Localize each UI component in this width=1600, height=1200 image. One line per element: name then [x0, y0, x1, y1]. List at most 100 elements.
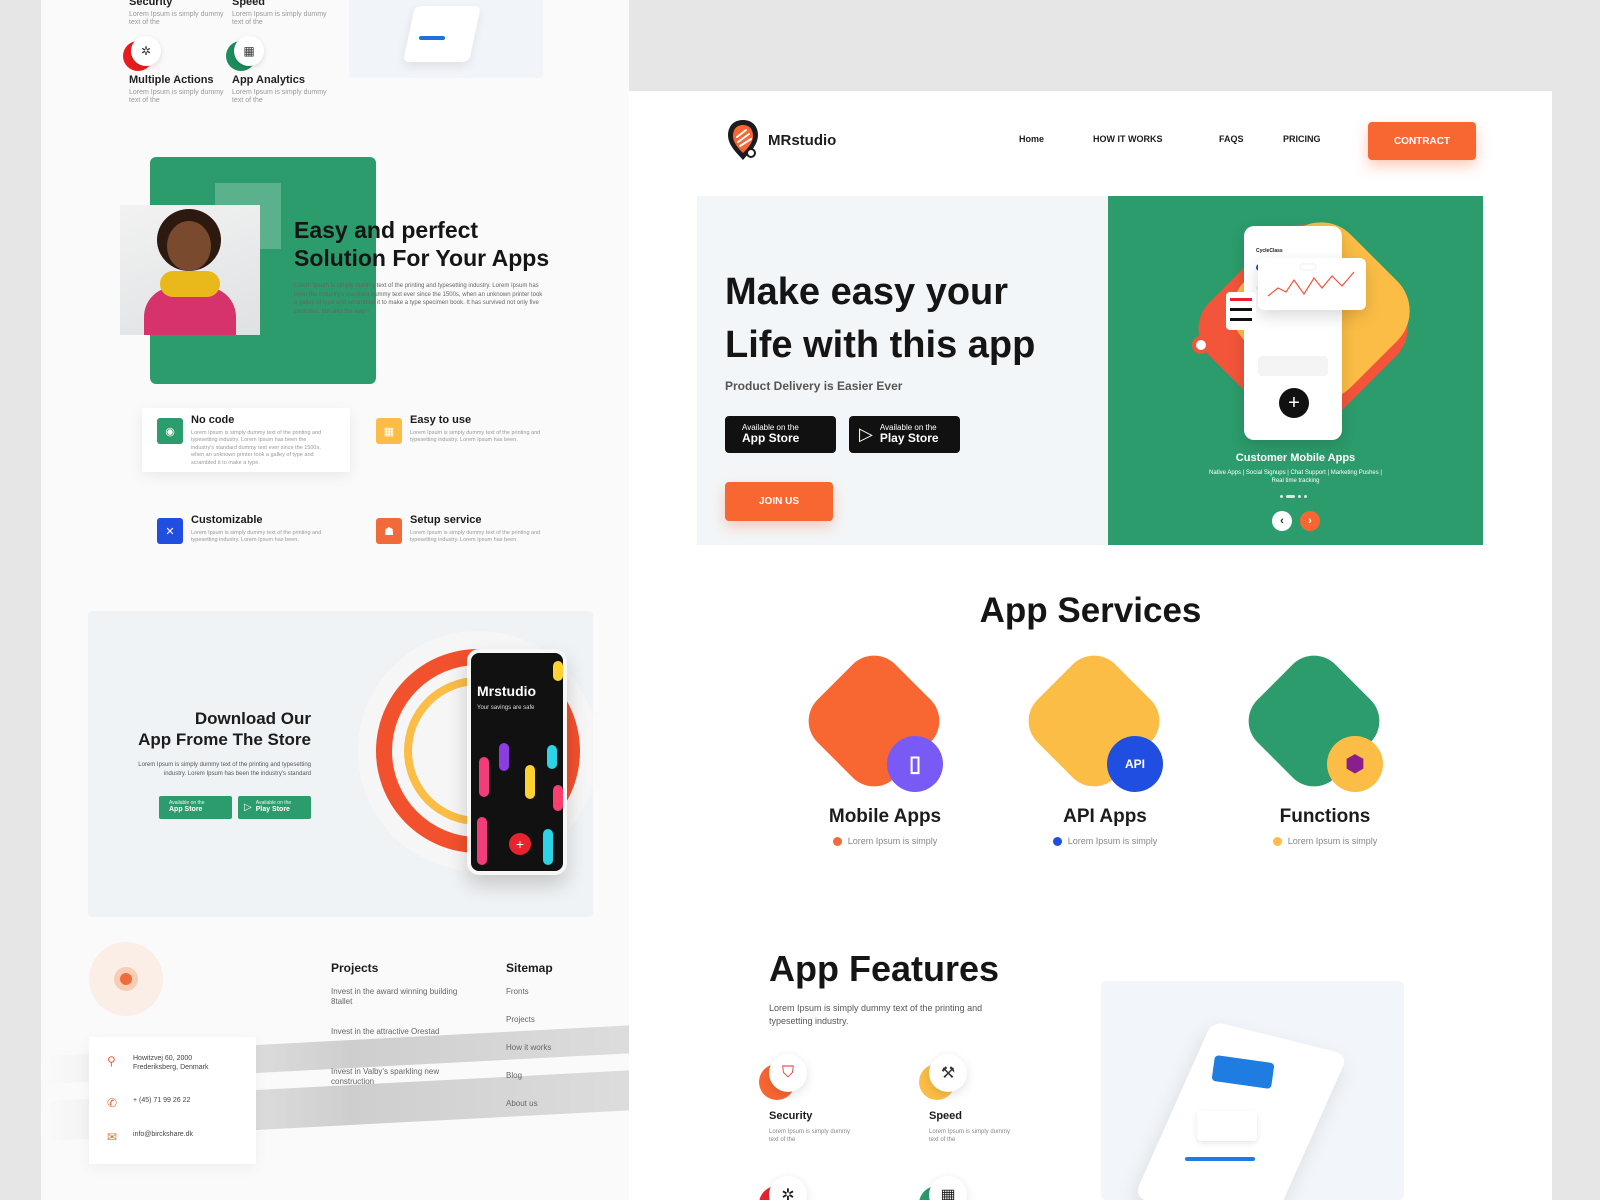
download-appstore-button[interactable]: Available on the App Store	[159, 796, 232, 819]
brand-logo[interactable]: MRstudio	[726, 118, 836, 162]
carousel-app-name: CycleClass	[1256, 248, 1283, 254]
join-us-button[interactable]: JOIN US	[725, 482, 833, 521]
logo-pin-icon	[726, 118, 760, 162]
service-name: Functions	[1279, 806, 1371, 827]
pickaxe-icon: ⚒	[919, 1054, 979, 1104]
service-desc: Lorem Ipsum is simply	[795, 836, 975, 846]
carousel-prev-icon[interactable]: ‹	[1272, 511, 1292, 531]
footer-sitemap-link[interactable]: Fronts	[506, 987, 629, 997]
feature-card-desc: Lorem Ipsum is simply dummy text of the …	[191, 430, 322, 466]
app-features-paragraph: Lorem Ipsum is simply dummy text of the …	[769, 1003, 983, 1027]
download-playstore-button[interactable]: ▷ Available on the Play Store	[238, 796, 311, 819]
feature-desc: Lorem Ipsum is simply dummy text of the	[129, 11, 224, 27]
line-chart-icon	[1267, 263, 1355, 297]
footer-sitemap-link[interactable]: Blog	[506, 1071, 629, 1081]
service-dot	[832, 836, 842, 846]
service-dot	[1052, 836, 1062, 846]
multiple-actions-icon: ✲	[759, 1176, 819, 1200]
feature-card-desc: Lorem Ipsum is simply dummy text of the …	[410, 530, 541, 544]
download-section: Download Our App Frome The Store Lorem I…	[88, 611, 593, 917]
hero-section: Make easy your Life with this app Produc…	[697, 196, 1108, 545]
footer-sitemap: Sitemap Fronts Projects How it works Blo…	[506, 961, 553, 1108]
footer-sitemap-link[interactable]: How it works	[506, 1043, 629, 1053]
app-analytics-icon: ▦	[919, 1176, 979, 1200]
solution-heading-line1: Easy and perfect	[294, 217, 479, 243]
solution-heading: Easy and perfect Solution For Your Apps	[294, 216, 574, 272]
service-desc-text: Lorem Ipsum is simply	[1067, 836, 1158, 846]
app-feature-desc: Lorem Ipsum is simply dummy text of the	[929, 1129, 1011, 1144]
service-desc-text: Lorem Ipsum is simply	[847, 836, 938, 846]
hero-title: Make easy your Life with this app	[725, 266, 1105, 372]
phone-mockup: Mrstudio Your savings are safe +	[467, 649, 567, 875]
multiple-actions-icon: ✲	[123, 36, 163, 76]
contract-button[interactable]: CONTRACT	[1368, 122, 1476, 160]
btn-big-text: App Store	[169, 806, 203, 814]
btn-small-text: Available on the	[169, 800, 205, 807]
footer-project-link[interactable]: Invest in Valby's sparkling new construc…	[331, 1067, 461, 1086]
main-landing-page: MRstudio Home HOW IT WORKS FAQS PRICING …	[629, 91, 1552, 1200]
feature-card-desc: Lorem Ipsum is simply dummy text of the …	[410, 430, 541, 444]
contact-address: Howitzvej 60, 2000 Frederiksberg, Denmar…	[133, 1055, 209, 1071]
menu-lines-icon	[1226, 292, 1256, 330]
nav-how-it-works[interactable]: HOW IT WORKS	[1093, 134, 1163, 144]
feature-app-analytics-mini: App Analytics Lorem Ipsum is simply dumm…	[232, 74, 402, 106]
hero-subtitle: Product Delivery is Easier Ever	[725, 379, 903, 393]
contact-email[interactable]: info@birckshare.dk	[133, 1131, 193, 1140]
appstore-button[interactable]: Available on the App Store	[725, 416, 836, 453]
location-pin-icon: ⚲	[107, 1054, 116, 1068]
play-icon: ▷	[244, 802, 252, 813]
app-features-preview	[1101, 981, 1404, 1200]
nav-faqs[interactable]: FAQS	[1219, 134, 1244, 144]
phone-icon: ✆	[107, 1096, 118, 1110]
btn-small-text: Available on the	[255, 800, 292, 807]
app-screenshot-preview	[349, 0, 543, 78]
service-icon: ☗	[376, 518, 402, 544]
api-monitor-icon: API	[1107, 736, 1163, 792]
footer-projects-heading: Projects	[331, 961, 379, 975]
footer-sitemap-link[interactable]: About us	[506, 1099, 629, 1109]
carousel-node-icon	[1192, 336, 1210, 354]
feature-card-title: No code	[191, 414, 235, 426]
app-features-title: App Features	[769, 948, 1000, 989]
service-desc: Lorem Ipsum is simply	[1235, 836, 1415, 846]
phone-app-subtitle: Your savings are safe	[477, 705, 535, 711]
app-services-title: App Services	[979, 591, 1202, 630]
carousel-dots[interactable]	[1280, 495, 1307, 498]
service-desc: Lorem Ipsum is simply	[1015, 836, 1195, 846]
feature-card-easy-to-use: ▦ Easy to use Lorem Ipsum is simply dumm…	[361, 408, 569, 474]
footer-project-link[interactable]: Invest in the attractive Orestad	[331, 1027, 461, 1037]
carousel-chart-card	[1258, 258, 1366, 310]
feature-card-no-code: ◉ No code Lorem Ipsum is simply dummy te…	[142, 408, 350, 472]
playstore-button[interactable]: ▷ Available on the Play Store	[849, 416, 960, 453]
app-analytics-icon: ▦	[226, 36, 266, 76]
brand-name: MRstudio	[768, 131, 837, 149]
btn-big-text: App Store	[742, 430, 800, 445]
code-icon: ◉	[157, 418, 183, 444]
footer-sitemap-link[interactable]: Projects	[506, 1015, 629, 1025]
app-feature-desc: Lorem Ipsum is simply dummy text of the	[769, 1129, 851, 1144]
footer-project-link[interactable]: Invest in the award winning building 8ta…	[331, 987, 461, 1006]
feature-card-title: Customizable	[191, 514, 263, 526]
shield-icon: ⛉	[759, 1054, 819, 1104]
carousel-next-icon[interactable]: ›	[1300, 511, 1320, 531]
phone-add-icon: +	[509, 833, 531, 855]
download-heading-line2: App Frome The Store	[138, 729, 311, 749]
nav-home[interactable]: Home	[1019, 134, 1044, 144]
footer-projects: Projects Invest in the award winning bui…	[331, 961, 457, 1086]
carousel-slide-subtitle: Native Apps | Social Signups | Chat Supp…	[1209, 470, 1382, 485]
mobile-phone-icon: ▯	[887, 736, 943, 792]
woman-photo	[120, 205, 260, 335]
hero-title-line2: Life with this app	[725, 324, 1036, 367]
service-desc-text: Lorem Ipsum is simply	[1287, 836, 1378, 846]
nav-pricing[interactable]: PRICING	[1283, 134, 1321, 144]
contact-phone[interactable]: + (45) 71 99 26 22	[133, 1097, 190, 1106]
carousel-slide-title: Customer Mobile Apps	[1235, 452, 1356, 464]
feature-card-customizable: ✕ Customizable Lorem Ipsum is simply dum…	[142, 508, 350, 574]
solution-paragraph: Lorem Ipsum is simply dummy text of the …	[294, 283, 543, 316]
feature-desc: Lorem Ipsum is simply dummy text of the	[232, 11, 327, 27]
phone-app-title: Mrstudio	[477, 683, 537, 699]
btn-big-text: Play Store	[879, 430, 939, 445]
app-feature-name: Security	[769, 1110, 813, 1122]
feature-desc: Lorem Ipsum is simply dummy text of the	[129, 89, 224, 105]
feature-card-desc: Lorem Ipsum is simply dummy text of the …	[191, 530, 322, 544]
